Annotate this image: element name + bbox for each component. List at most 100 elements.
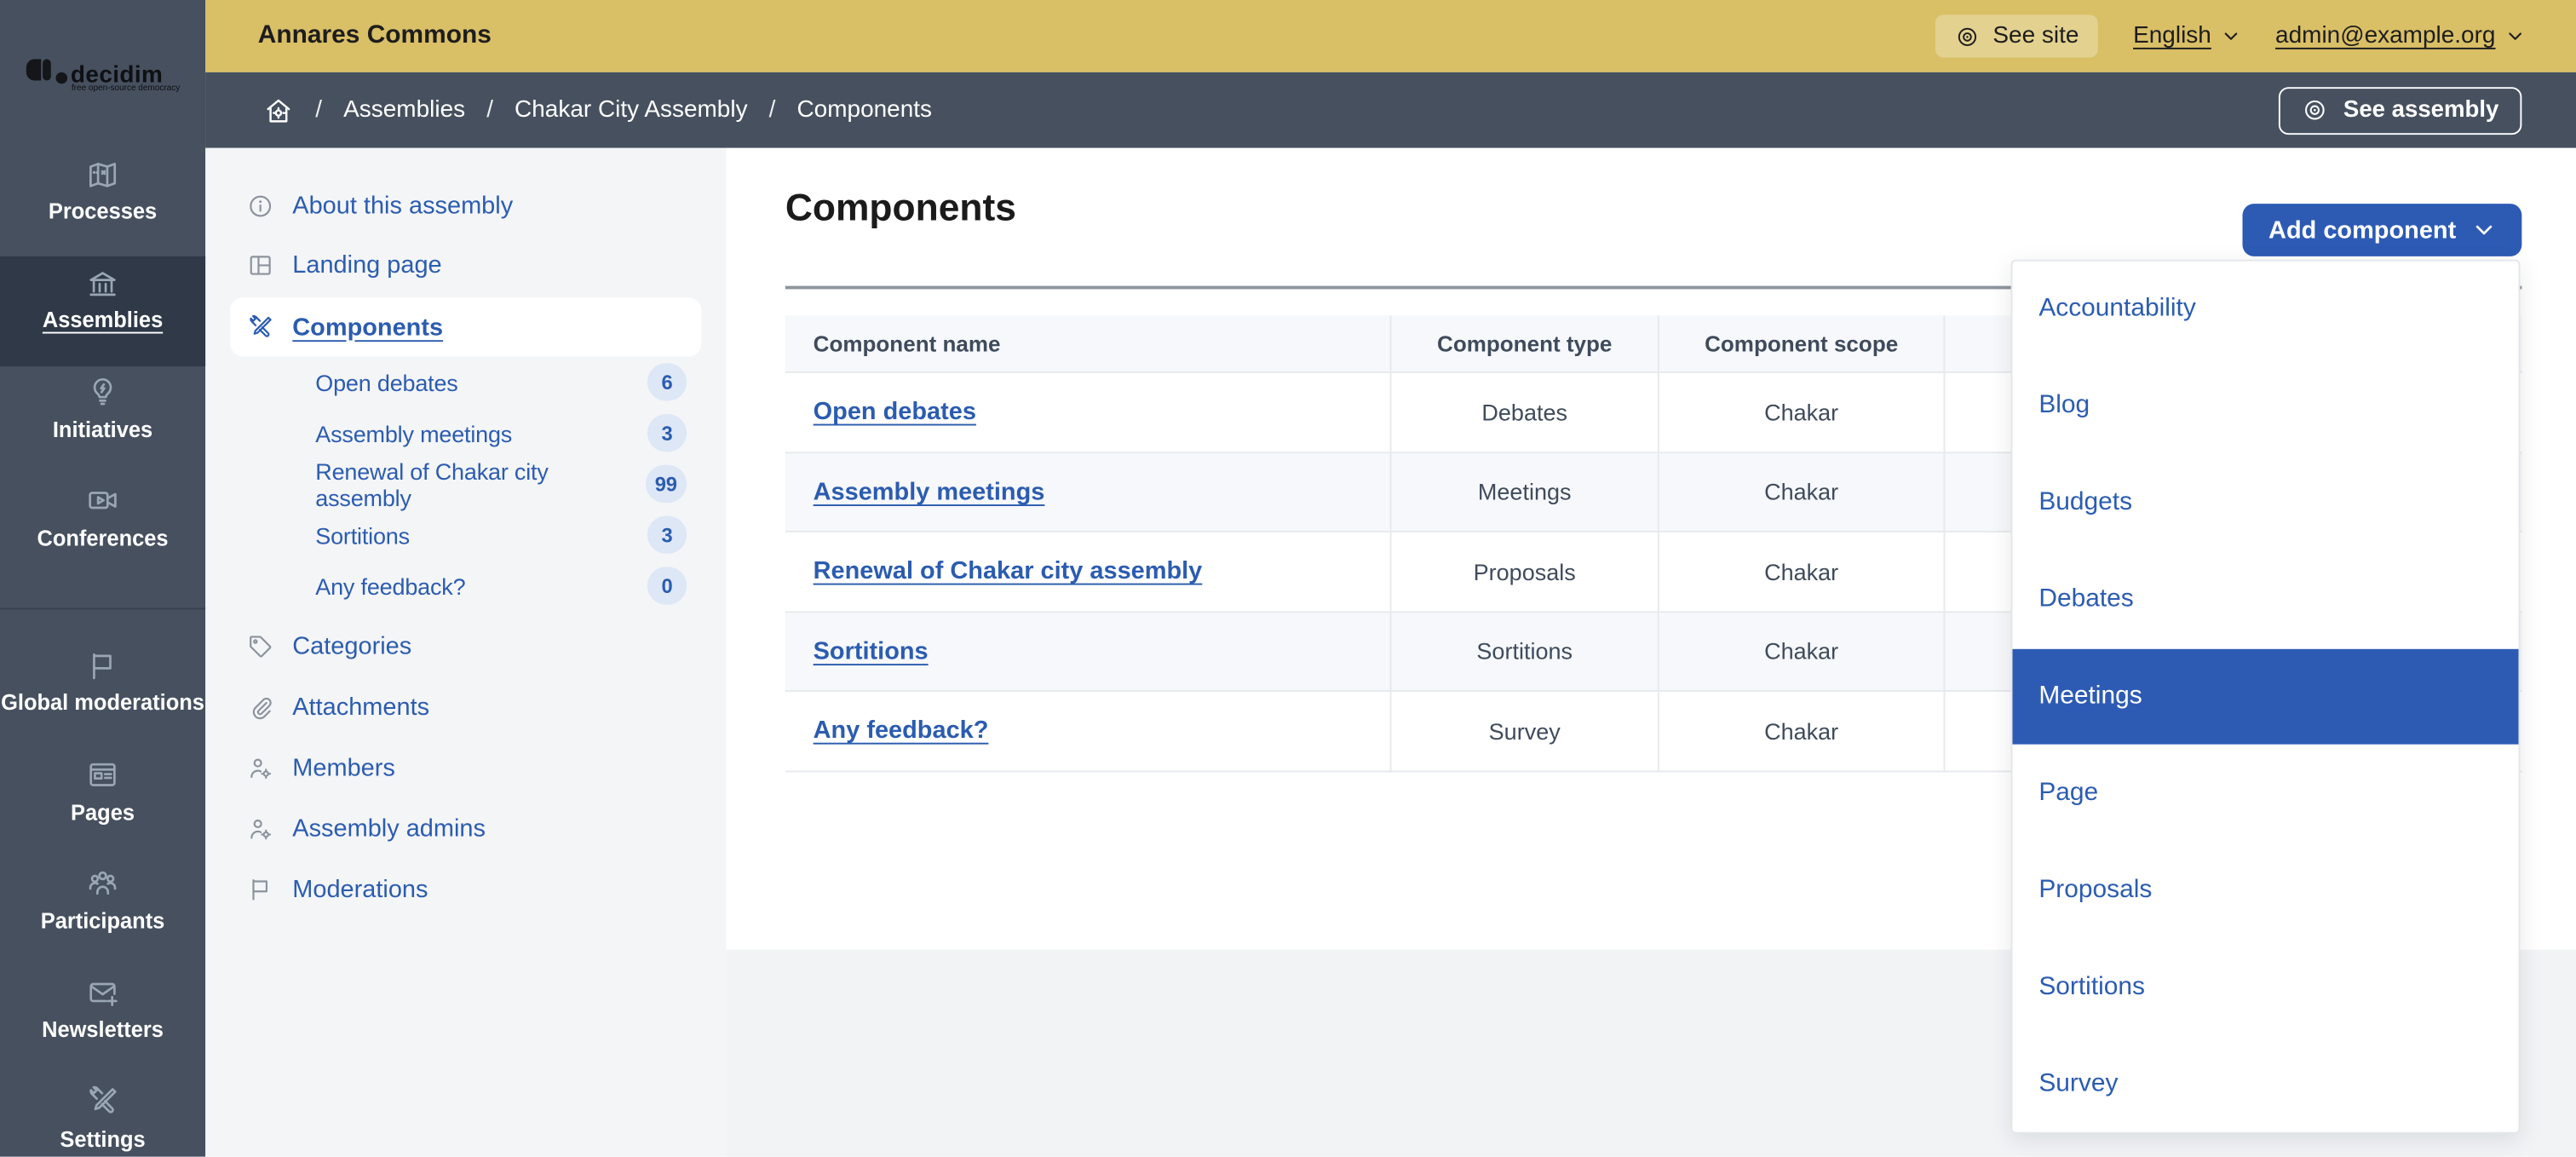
component-link[interactable]: Assembly meetings xyxy=(814,478,1045,506)
sidebar-subitem-open-debates[interactable]: Open debates 6 xyxy=(205,356,726,407)
see-assembly-button[interactable]: See assembly xyxy=(2279,86,2522,135)
sidebar-item-initiatives[interactable]: Initiatives xyxy=(0,366,205,475)
tag-icon xyxy=(250,636,272,658)
sidebar-item-label: Moderations xyxy=(292,875,428,904)
people-group-icon xyxy=(89,872,117,896)
sidebar-subitem-label: Sortitions xyxy=(315,521,410,549)
sidebar-item-label: Global moderations xyxy=(1,690,204,716)
tools-icon xyxy=(89,1086,117,1114)
component-link[interactable]: Any feedback? xyxy=(814,717,989,745)
column-header-component-name: Component name xyxy=(785,315,1392,373)
sidebar-item-assemblies[interactable]: Assemblies xyxy=(0,256,206,366)
component-type: Meetings xyxy=(1477,478,1572,505)
sidebar-subitem-label: Open debates xyxy=(315,368,458,395)
sidebar-item-components[interactable]: Components xyxy=(229,297,702,357)
primary-sidebar: decidim free open-source democracy Proce… xyxy=(0,0,206,1157)
sidebar-subitem-label: Assembly meetings xyxy=(315,419,513,446)
user-email: admin@example.org xyxy=(2275,23,2496,50)
sidebar-item-label: About this assembly xyxy=(292,191,514,220)
breadcrumb-item-chakar-city-assembly[interactable]: Chakar City Assembly xyxy=(515,97,748,124)
see-site-button[interactable]: See site xyxy=(1935,14,2099,58)
breadcrumb-home-link[interactable] xyxy=(263,95,295,126)
map-icon xyxy=(89,162,117,187)
sidebar-divider xyxy=(0,608,206,611)
sidebar-item-label: Components xyxy=(292,313,444,342)
dropdown-item-debates[interactable]: Debates xyxy=(2012,551,2518,648)
dropdown-item-meetings[interactable]: Meetings xyxy=(2012,648,2519,745)
layout-icon xyxy=(250,255,271,274)
sidebar-item-participants[interactable]: Participants xyxy=(0,858,205,967)
sidebar-subitem-assembly-meetings[interactable]: Assembly meetings 3 xyxy=(205,407,726,458)
component-type: Sortitions xyxy=(1476,637,1573,665)
chevron-down-icon xyxy=(2475,225,2493,235)
component-scope: Chakar xyxy=(1764,399,1839,426)
add-component-label: Add component xyxy=(2268,216,2457,245)
component-scope: Chakar xyxy=(1764,717,1839,745)
language-selector[interactable]: English xyxy=(2133,23,2240,49)
sidebar-item-settings[interactable]: Settings xyxy=(0,1075,205,1157)
dropdown-item-page[interactable]: Page xyxy=(2012,745,2518,843)
sidebar-item-label: Conferences xyxy=(37,526,169,551)
sidebar-item-members[interactable]: Members xyxy=(205,738,726,798)
decidim-logo[interactable]: decidim free open-source democracy xyxy=(0,0,205,148)
language-label: English xyxy=(2133,23,2211,50)
site-title: Annares Commons xyxy=(257,21,492,50)
decidim-logo-mark xyxy=(43,58,52,82)
breadcrumb-item-assemblies[interactable]: Assemblies xyxy=(343,97,465,124)
info-icon xyxy=(250,194,272,216)
dropdown-item-survey[interactable]: Survey xyxy=(2012,1035,2518,1132)
decidim-logo-mark xyxy=(26,58,41,82)
sidebar-item-conferences[interactable]: Conferences xyxy=(0,475,205,584)
home-icon xyxy=(267,99,290,122)
sidebar-item-attachments[interactable]: Attachments xyxy=(205,677,726,738)
decidim-admin-screen: decidim free open-source democracy Proce… xyxy=(0,0,2576,1157)
sidebar-subitem-any-feedback[interactable]: Any feedback? 0 xyxy=(205,561,726,612)
top-bar: Annares Commons See site English admin@e… xyxy=(205,0,2576,73)
sidebar-subitem-label: Any feedback? xyxy=(315,573,466,599)
sidebar-item-landing-page[interactable]: Landing page xyxy=(205,235,726,294)
see-site-label: See site xyxy=(1992,23,2079,50)
browser-page-icon xyxy=(89,763,116,787)
sidebar-item-assembly-admins[interactable]: Assembly admins xyxy=(205,798,726,859)
dropdown-item-sortitions[interactable]: Sortitions xyxy=(2012,939,2518,1036)
component-type: Debates xyxy=(1481,399,1568,426)
sidebar-item-label: Members xyxy=(292,754,395,782)
sidebar-item-categories[interactable]: Categories xyxy=(205,616,726,676)
sidebar-subitem-renewal-of-chakar-city-assembly[interactable]: Renewal of Chakar city assembly 99 xyxy=(205,458,726,510)
sidebar-item-processes[interactable]: Processes xyxy=(0,148,205,257)
sidebar-item-label: Landing page xyxy=(292,250,442,279)
dropdown-item-accountability[interactable]: Accountability xyxy=(2012,262,2518,359)
dropdown-item-budgets[interactable]: Budgets xyxy=(2012,455,2518,552)
user-gear-icon xyxy=(250,819,272,840)
dropdown-item-blog[interactable]: Blog xyxy=(2012,358,2518,455)
breadcrumb: / Assemblies / Chakar City Assembly / Co… xyxy=(205,72,2576,148)
component-link[interactable]: Renewal of Chakar city assembly xyxy=(814,557,1203,585)
sidebar-item-label: Pages xyxy=(71,799,135,825)
component-link[interactable]: Open debates xyxy=(814,398,976,426)
chevron-down-icon xyxy=(2509,32,2521,41)
sidebar-item-pages[interactable]: Pages xyxy=(0,749,205,858)
chevron-down-icon xyxy=(2224,32,2238,41)
sidebar-item-newsletters[interactable]: Newsletters xyxy=(0,967,205,1076)
component-scope: Chakar xyxy=(1764,558,1839,585)
decidim-logo-dot xyxy=(55,72,68,85)
sidebar-item-moderations[interactable]: Moderations xyxy=(205,860,726,920)
decidim-tagline: free open-source democracy xyxy=(71,83,181,95)
sidebar-item-global-moderations[interactable]: Global moderations xyxy=(0,640,205,749)
component-type: Survey xyxy=(1488,717,1561,745)
breadcrumb-separator: / xyxy=(486,97,493,124)
sidebar-subitem-sortitions[interactable]: Sortitions 3 xyxy=(205,509,726,561)
user-menu[interactable]: admin@example.org xyxy=(2275,23,2525,49)
add-component-dropdown: Accountability Blog Budgets Debates Meet… xyxy=(2010,259,2521,1134)
page-title: Components xyxy=(785,185,1016,229)
see-assembly-label: See assembly xyxy=(2343,97,2499,124)
components-sub-list: Open debates 6 Assembly meetings 3 Renew… xyxy=(205,356,726,611)
dropdown-item-proposals[interactable]: Proposals xyxy=(2012,842,2518,939)
component-link[interactable]: Sortitions xyxy=(814,637,929,665)
add-component-button[interactable]: Add component xyxy=(2242,204,2522,256)
column-header-component-scope: Component scope xyxy=(1659,315,1946,373)
sidebar-item-about-assembly[interactable]: About this assembly xyxy=(205,176,726,234)
breadcrumb-separator: / xyxy=(768,97,776,124)
sidebar-item-label: Processes xyxy=(48,199,158,224)
sidebar-item-label: Participants xyxy=(40,908,165,934)
